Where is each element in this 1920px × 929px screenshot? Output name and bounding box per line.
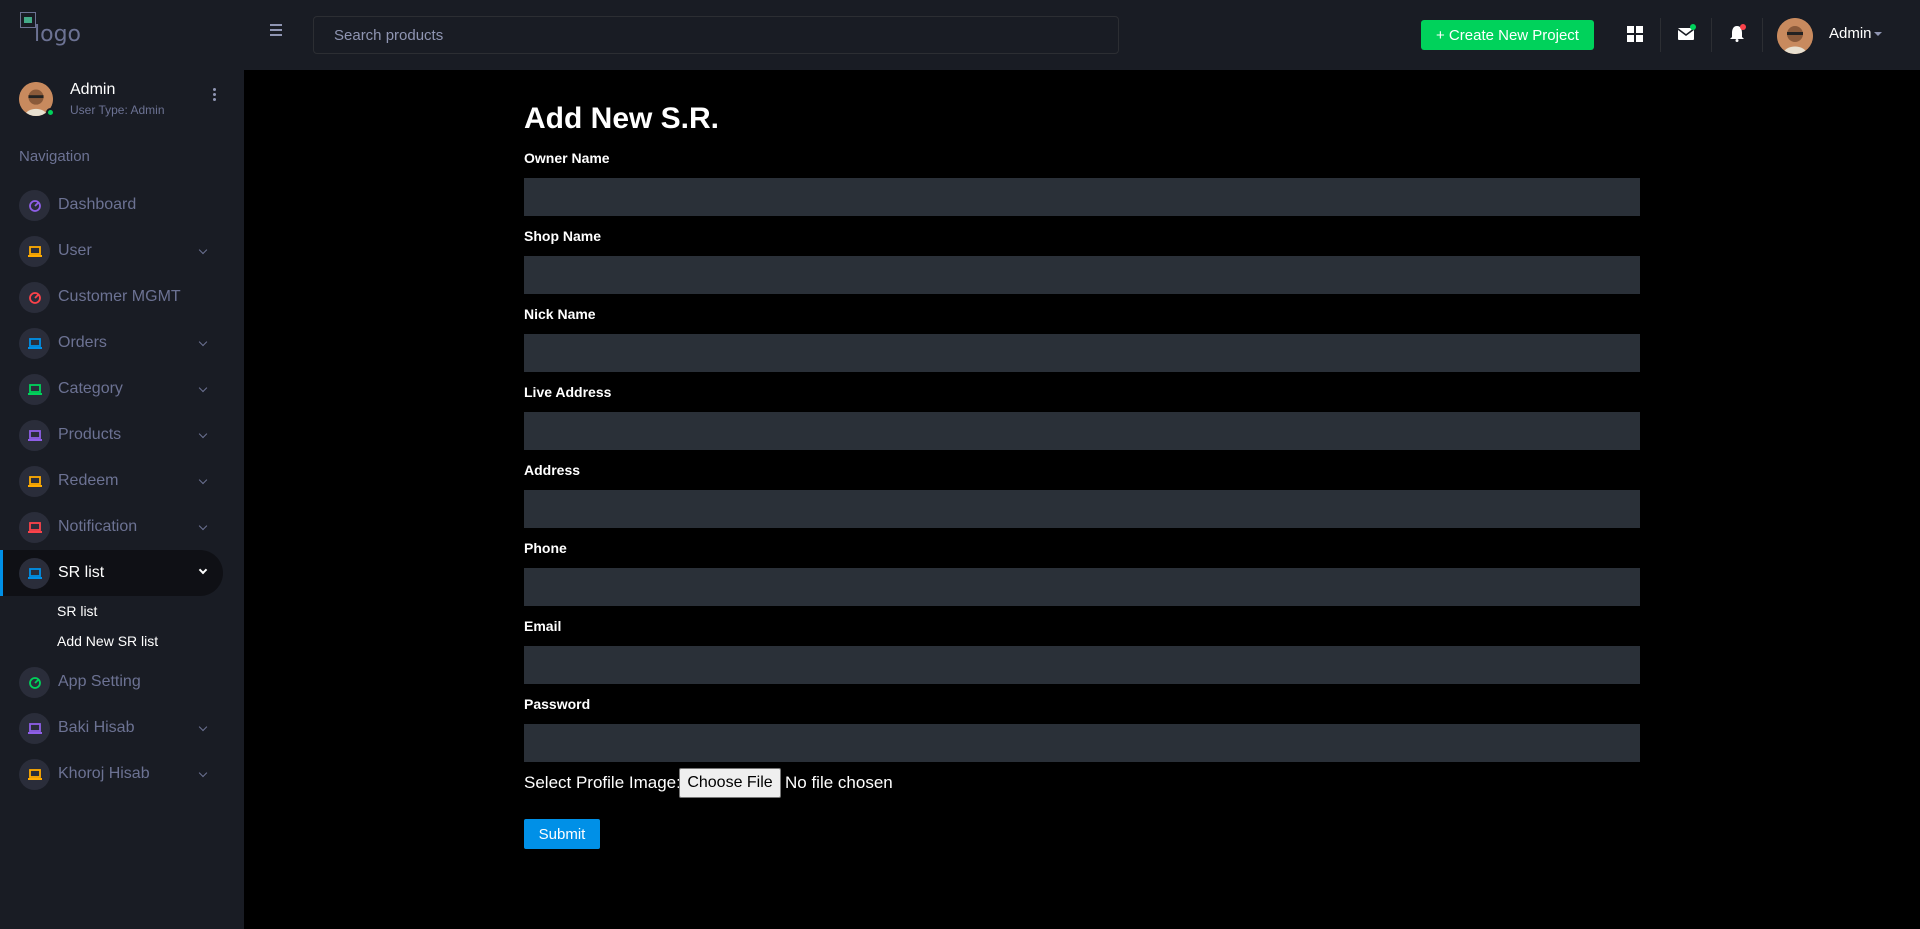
sidebar-item-label: Khoroj Hisab (58, 765, 150, 782)
owner-name-label: Owner Name (524, 150, 610, 166)
owner-name-input[interactable] (524, 178, 1640, 216)
sidebar-item-label: Orders (58, 334, 107, 351)
kebab-menu-icon[interactable] (213, 88, 217, 104)
mail-status-dot (1690, 24, 1696, 30)
top-navbar: logo + Create New Project Admin (0, 0, 1920, 70)
email-input[interactable] (524, 646, 1640, 684)
laptop-icon (19, 236, 50, 267)
phone-input[interactable] (524, 568, 1640, 606)
live-address-input[interactable] (524, 412, 1640, 450)
choose-file-button[interactable]: Choose File (679, 768, 781, 798)
sidebar-item-khoroj-hisab[interactable]: Khoroj Hisab (0, 751, 223, 797)
laptop-icon (19, 558, 50, 589)
sidebar-item-app-setting[interactable]: App Setting (0, 659, 223, 705)
password-input[interactable] (524, 724, 1640, 762)
chevron-down-icon (198, 722, 208, 732)
sidebar-item-label: App Setting (58, 673, 141, 690)
sidebar-item-category[interactable]: Category (0, 366, 223, 412)
nick-name-label: Nick Name (524, 306, 596, 322)
sidebar-item-label: User (58, 242, 92, 259)
profile-avatar (19, 82, 55, 117)
search-input[interactable] (313, 16, 1119, 54)
user-menu-name[interactable]: Admin (1829, 25, 1872, 42)
sidebar-item-label: Baki Hisab (58, 719, 135, 736)
sidebar-item-label: Redeem (58, 472, 119, 489)
shop-name-label: Shop Name (524, 228, 602, 244)
live-address-label: Live Address (524, 384, 612, 400)
chevron-down-icon (198, 383, 208, 393)
shop-name-input[interactable] (524, 256, 1640, 294)
laptop-icon (19, 420, 50, 451)
chevron-down-icon (198, 521, 208, 531)
sidebar-item-user[interactable]: User (0, 228, 223, 274)
phone-label: Phone (524, 540, 567, 556)
laptop-icon (19, 512, 50, 543)
sidebar-item-label: Products (58, 426, 122, 443)
sub-item-sr-list[interactable]: SR list (57, 603, 97, 619)
chevron-down-icon (198, 475, 208, 485)
caret-down-icon[interactable] (1874, 32, 1882, 36)
create-new-project-button[interactable]: + Create New Project (1421, 20, 1594, 50)
grid-icon[interactable] (1623, 22, 1647, 46)
sidebar-item-dashboard[interactable]: Dashboard (0, 182, 223, 228)
chevron-down-icon (198, 565, 208, 575)
speedometer-icon (19, 667, 50, 698)
file-status: No file chosen (785, 773, 893, 792)
sidebar: Admin User Type: Admin Navigation Dashbo… (0, 70, 244, 929)
sub-item-add-new-sr-list[interactable]: Add New SR list (57, 633, 158, 649)
sidebar-item-sr-list[interactable]: SR list (0, 550, 223, 596)
logo[interactable]: logo (20, 12, 90, 48)
online-status-dot (46, 108, 55, 117)
sidebar-item-label: Notification (58, 518, 138, 535)
sidebar-item-products[interactable]: Products (0, 412, 223, 458)
nick-name-input[interactable] (524, 334, 1640, 372)
profile-name: Admin (70, 81, 116, 98)
profile-user-type: User Type: Admin (70, 103, 165, 117)
sidebar-item-baki-hisab[interactable]: Baki Hisab (0, 705, 223, 751)
chevron-down-icon (198, 429, 208, 439)
chevron-down-icon (198, 337, 208, 347)
password-label: Password (524, 696, 591, 712)
address-input[interactable] (524, 490, 1640, 528)
speedometer-icon (19, 282, 50, 313)
laptop-icon (19, 328, 50, 359)
sidebar-item-orders[interactable]: Orders (0, 320, 223, 366)
laptop-icon (19, 759, 50, 790)
laptop-icon (19, 713, 50, 744)
avatar[interactable] (1777, 18, 1813, 54)
sidebar-item-label: SR list (58, 564, 105, 581)
nav-heading: Navigation (19, 148, 90, 165)
sidebar-item-label: Dashboard (58, 196, 137, 213)
laptop-icon (19, 466, 50, 497)
menu-toggle-icon[interactable] (270, 24, 286, 38)
chevron-down-icon (198, 768, 208, 778)
speedometer-icon (19, 190, 50, 221)
sidebar-item-redeem[interactable]: Redeem (0, 458, 223, 504)
email-label: Email (524, 618, 562, 634)
logo-alt-text: logo (34, 22, 81, 47)
sidebar-item-label: Customer MGMT (58, 288, 181, 305)
sidebar-item-customer-mgmt[interactable]: Customer MGMT (0, 274, 223, 320)
page-title: Add New S.R. (524, 102, 720, 135)
address-label: Address (524, 462, 581, 478)
profile-image-label: Select Profile Image: (524, 773, 681, 792)
sidebar-item-notification[interactable]: Notification (0, 504, 223, 550)
notification-status-dot (1740, 24, 1746, 30)
main-content: Add New S.R. Owner Name Shop Name Nick Nam… (244, 70, 1920, 929)
chevron-down-icon (198, 245, 208, 255)
laptop-icon (19, 374, 50, 405)
sidebar-item-label: Category (58, 380, 123, 397)
submit-button[interactable]: Submit (524, 819, 600, 849)
